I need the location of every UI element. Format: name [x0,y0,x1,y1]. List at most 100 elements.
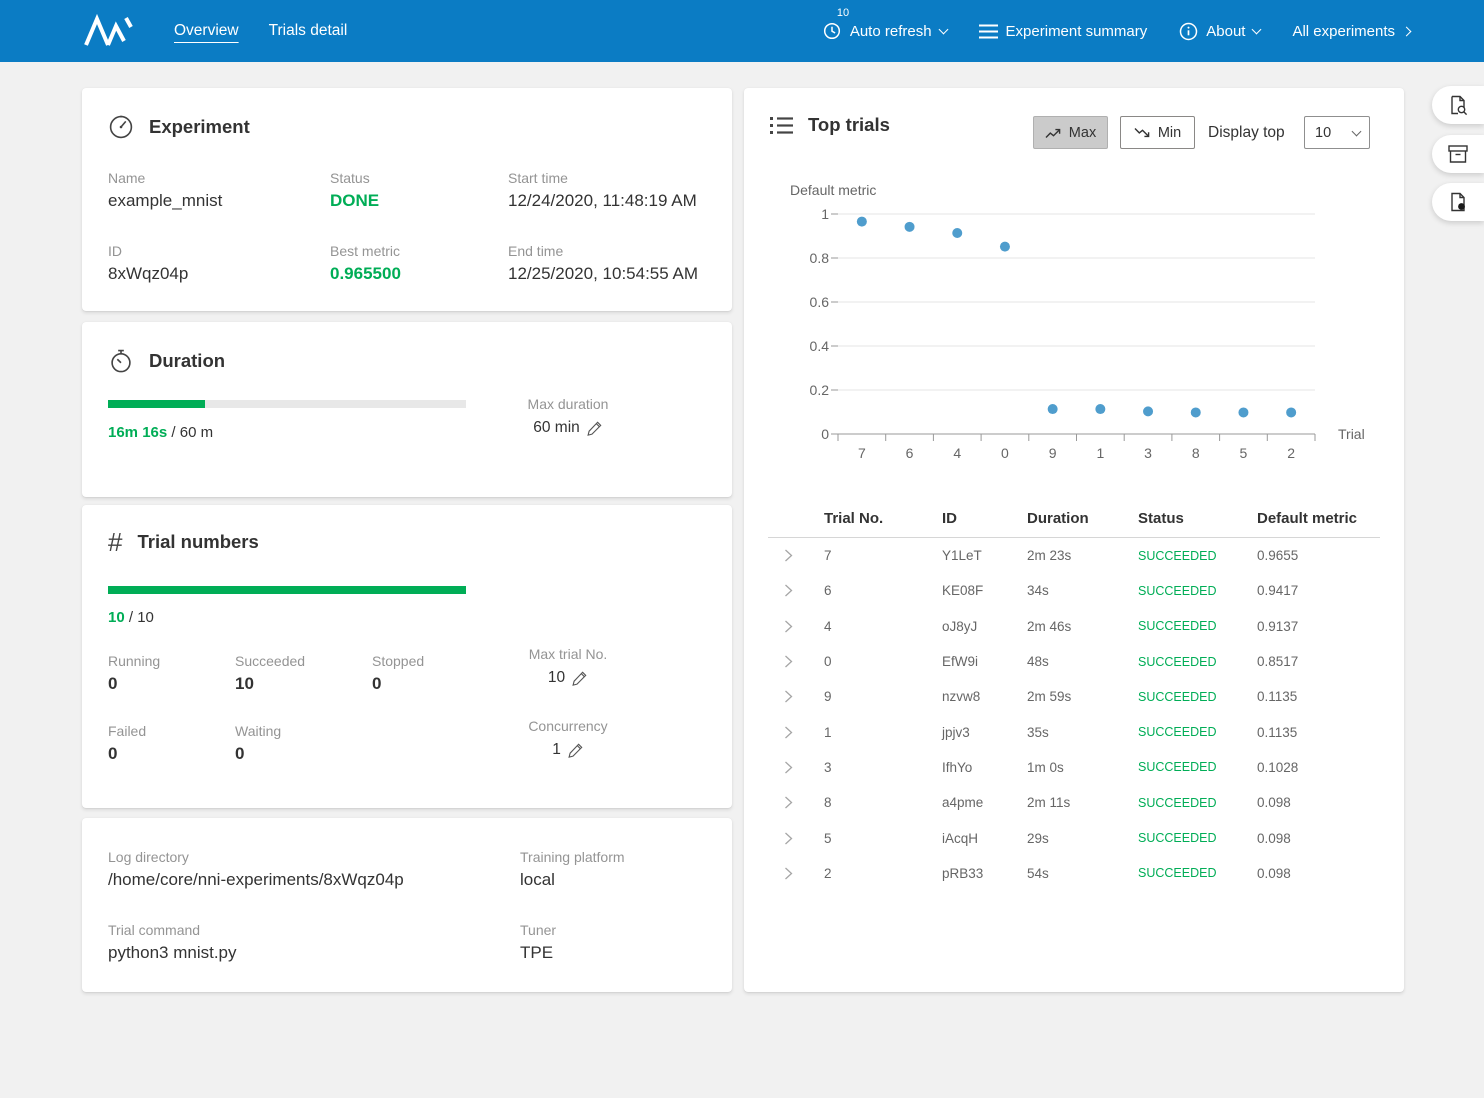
concurrency-value: 1 [552,741,561,759]
cell-duration: 34s [1027,583,1138,598]
field-end-time: End time 12/25/2020, 10:54:55 AM [508,243,698,284]
clock-icon [822,21,842,41]
table-row: 3IfhYo1m 0sSUCCEEDED0.1028 [768,750,1380,785]
config-card: Log directory /home/core/nni-experiments… [82,818,732,992]
expand-row-icon[interactable] [768,726,824,739]
duration-elapsed: 16m 16s [108,424,167,441]
edit-pencil-icon[interactable] [572,670,588,686]
field-status: Status DONE [330,170,379,211]
svg-text:0.2: 0.2 [810,382,830,398]
cell-status: SUCCEEDED [1138,866,1257,880]
svg-text:0.6: 0.6 [810,294,830,310]
duration-card: Duration 16m 16s / 60 m Max duration 60 … [82,322,732,497]
expand-row-icon[interactable] [768,796,824,809]
field-tuner: Tuner TPE [520,922,556,963]
stat-waiting: Waiting 0 [235,723,281,764]
trial-numbers-card: # Trial numbers 10 / 10 Running 0 Succee… [82,505,732,808]
cell-status: SUCCEEDED [1138,584,1257,598]
min-button[interactable]: Min [1120,116,1195,149]
duration-card-title: Duration [108,348,225,374]
trials-progress-fill [108,586,466,594]
min-button-label: Min [1158,125,1181,141]
expand-row-icon[interactable] [768,549,824,562]
tab-trials-detail[interactable]: Trials detail [269,22,348,40]
version-pill-button[interactable] [1432,183,1484,221]
cell-metric: 0.098 [1257,866,1380,881]
hash-icon: # [108,531,122,553]
trial-numbers-title-text: Trial numbers [137,531,258,553]
about-menu[interactable]: About [1179,22,1260,41]
expand-row-icon[interactable] [768,584,824,597]
table-header-row: Trial No. ID Duration Status Default met… [768,500,1380,538]
all-experiments-link[interactable]: All experiments [1292,23,1410,40]
display-top-dropdown[interactable]: 10 [1304,116,1370,149]
experiment-summary-button[interactable]: Experiment summary [979,23,1148,40]
all-experiments-label: All experiments [1292,23,1395,40]
header-duration: Duration [1027,510,1138,527]
cell-status: SUCCEEDED [1138,655,1257,669]
edit-pencil-icon[interactable] [587,420,603,436]
svg-text:6: 6 [906,445,914,461]
trend-up-icon [1045,127,1062,139]
trend-down-icon [1134,127,1151,139]
header-status: Status [1138,510,1257,527]
cell-id: Y1LeT [942,548,1027,563]
max-button[interactable]: Max [1033,116,1108,149]
feedback-pill-button[interactable] [1432,86,1484,124]
svg-text:0: 0 [1001,445,1009,461]
stat-stopped: Stopped 0 [372,653,424,694]
cell-metric: 0.9655 [1257,548,1380,563]
expand-row-icon[interactable] [768,690,824,703]
field-training-platform: Training platform local [520,849,625,890]
archive-pill-button[interactable] [1432,135,1484,173]
auto-refresh-label: Auto refresh [850,23,932,40]
experiment-title-text: Experiment [149,116,250,138]
cell-metric: 0.098 [1257,831,1380,846]
svg-text:1: 1 [1096,445,1104,461]
cell-status: SUCCEEDED [1138,725,1257,739]
stat-running: Running 0 [108,653,160,694]
display-top-value: 10 [1315,125,1331,141]
navbar: Overview Trials detail 10 Auto refresh E… [0,0,1484,62]
chevron-down-icon [938,24,948,34]
top-trials-title-text: Top trials [808,114,890,136]
cell-duration: 1m 0s [1027,760,1138,775]
table-row: 5iAcqH29sSUCCEEDED0.098 [768,820,1380,855]
experiment-summary-label: Experiment summary [1006,23,1148,40]
svg-text:9: 9 [1049,445,1057,461]
cell-metric: 0.1028 [1257,760,1380,775]
max-duration-block: Max duration 60 min [478,396,658,437]
edit-pencil-icon[interactable] [568,742,584,758]
expand-row-icon[interactable] [768,620,824,633]
cell-id: a4pme [942,795,1027,810]
cell-trial-no: 0 [824,654,942,669]
cell-duration: 54s [1027,866,1138,881]
detail-list-icon [770,116,793,135]
duration-progress-bar [108,400,466,408]
svg-text:Default metric: Default metric [790,182,876,198]
cell-duration: 2m 46s [1027,619,1138,634]
cell-duration: 2m 23s [1027,548,1138,563]
duration-progress-text: 16m 16s / 60 m [108,424,213,441]
auto-refresh-menu[interactable]: 10 Auto refresh [822,21,947,41]
cell-id: oJ8yJ [942,619,1027,634]
cell-trial-no: 3 [824,760,942,775]
cell-id: iAcqH [942,831,1027,846]
max-duration-value: 60 min [533,419,580,437]
status-badge: DONE [330,191,379,211]
expand-row-icon[interactable] [768,867,824,880]
cell-trial-no: 2 [824,866,942,881]
concurrency-block: Concurrency 1 [478,718,658,759]
field-id: ID 8xWqz04p [108,243,188,284]
expand-row-icon[interactable] [768,761,824,774]
svg-text:0.4: 0.4 [810,338,830,354]
expand-row-icon[interactable] [768,832,824,845]
tab-overview[interactable]: Overview [174,22,239,40]
table-row: 9nzvw82m 59sSUCCEEDED0.1135 [768,679,1380,714]
cell-metric: 0.1135 [1257,725,1380,740]
about-label: About [1206,23,1245,40]
stat-failed: Failed 0 [108,723,146,764]
expand-row-icon[interactable] [768,655,824,668]
display-top-label: Display top [1208,124,1285,142]
duration-progress-fill [108,400,205,408]
